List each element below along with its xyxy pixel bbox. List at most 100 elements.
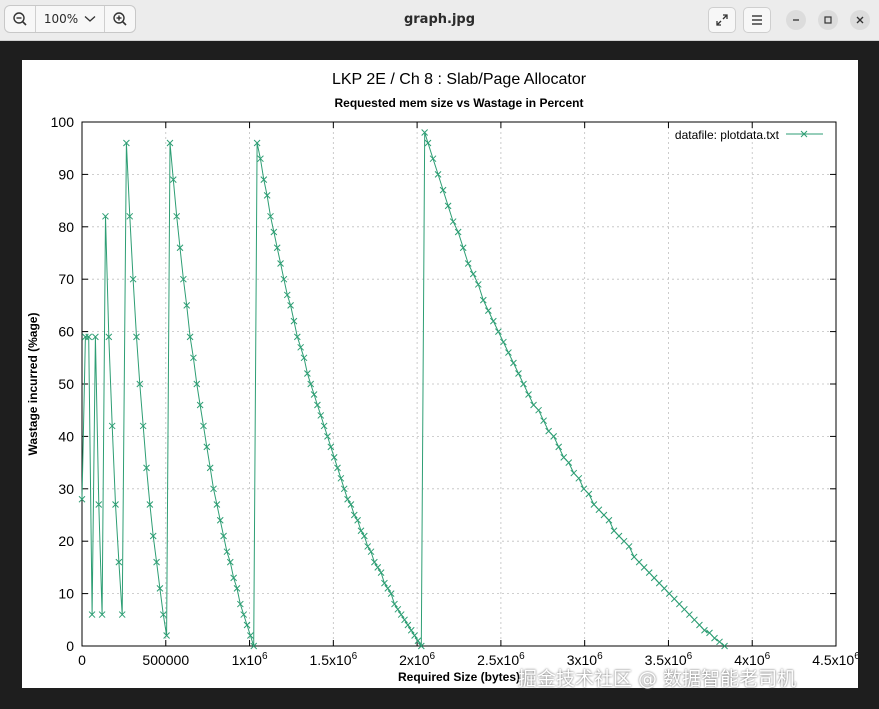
data-point: [317, 412, 325, 419]
x-tick-label: 500000: [142, 652, 189, 668]
title-bar: 100% graph.jpg: [0, 0, 879, 41]
data-point: [645, 569, 653, 576]
data-point: [320, 422, 328, 430]
data-point: [310, 391, 318, 398]
y-tick-label: 100: [51, 114, 75, 130]
data-point: [334, 464, 341, 472]
chart: 0 10 20 30 40 50 60 70 80 90 100 0 500000 1x106 1.5x1…: [26, 71, 860, 684]
data-point: [630, 553, 638, 561]
x-tick-label: 0: [78, 652, 86, 668]
data-point: [585, 490, 593, 498]
data-point: [411, 632, 418, 639]
data-point: [696, 621, 703, 629]
data-point: [660, 585, 668, 592]
data-point: [344, 495, 351, 503]
data-point: [364, 543, 372, 550]
data-point: [314, 401, 321, 409]
data-point: [484, 307, 492, 314]
data-point: [515, 370, 522, 377]
fullscreen-button[interactable]: [708, 7, 736, 33]
data-point: [595, 506, 603, 514]
data-point: [407, 626, 415, 634]
data-point: [525, 391, 532, 398]
y-tick-label: 60: [58, 324, 74, 340]
data-point: [454, 228, 462, 236]
grid: [82, 122, 836, 646]
y-tick-label: 10: [58, 586, 74, 602]
data-point: [367, 548, 375, 556]
data-point: [681, 605, 688, 613]
close-button[interactable]: [850, 10, 870, 30]
data-point: [615, 532, 623, 540]
data-point: [354, 516, 361, 524]
data-point: [449, 218, 457, 225]
data-point: [391, 600, 398, 608]
data-point: [560, 454, 568, 461]
minimize-button[interactable]: [786, 10, 806, 30]
data-point: [377, 569, 385, 576]
x-tick-label: 1x106: [232, 651, 268, 668]
data-point: [434, 171, 442, 178]
data-point: [397, 611, 405, 618]
y-tick-label: 40: [58, 428, 74, 444]
data-point: [600, 511, 608, 519]
x-tick-label: 1.5x106: [310, 651, 358, 668]
data-point: [635, 558, 643, 566]
data-point: [530, 401, 537, 409]
x-axis: 0 500000 1x106 1.5x106 2x106 2.5x106 3x106 3.5x…: [78, 122, 860, 668]
legend: datafile: plotdata.txt: [675, 128, 823, 142]
data-point: [686, 611, 693, 618]
hamburger-menu-icon: [752, 15, 762, 25]
data-point: [570, 469, 578, 477]
data-point: [381, 579, 388, 587]
data-point: [347, 501, 355, 508]
maximize-button[interactable]: [818, 10, 838, 30]
data-point: [670, 595, 678, 603]
data-point: [489, 317, 497, 325]
data-point: [545, 427, 552, 435]
menu-button[interactable]: [743, 7, 771, 33]
y-tick-label: 30: [58, 481, 74, 497]
chart-subtitle: Requested mem size vs Wastage in Percent: [335, 96, 584, 110]
data-point: [691, 616, 698, 624]
image-viewer-window: 100% graph.jpg 0 10 20 30 40 50 60 70 80…: [0, 0, 879, 709]
series-plotdata: [78, 129, 728, 650]
y-tick-label: 70: [58, 271, 74, 287]
y-axis-label: Wastage incurred (%age): [26, 313, 40, 456]
data-point: [424, 139, 432, 147]
close-icon: [856, 16, 864, 24]
data-point: [510, 359, 517, 367]
data-point: [360, 532, 368, 540]
legend-label: datafile: plotdata.txt: [675, 128, 780, 142]
x-tick-label: 2x106: [399, 651, 435, 668]
x-tick-label: 4.5x106: [812, 651, 858, 668]
x-axis-label: Required Size (bytes): [398, 670, 520, 684]
data-point: [711, 634, 718, 642]
data-point: [610, 527, 618, 535]
data-point: [650, 574, 658, 582]
data-point: [324, 433, 331, 440]
data-point: [429, 155, 437, 163]
data-point: [371, 558, 378, 566]
data-point: [495, 328, 502, 335]
data-point: [479, 296, 487, 304]
chart-title: LKP 2E / Ch 8 : Slab/Page Allocator: [332, 71, 587, 88]
y-tick-label: 0: [66, 638, 74, 654]
data-point: [384, 585, 392, 592]
data-point: [337, 474, 345, 482]
data-point: [675, 600, 683, 608]
data-point: [327, 443, 335, 451]
y-tick-label: 80: [58, 219, 74, 235]
data-point: [500, 338, 507, 346]
data-point: [505, 349, 512, 356]
data-point: [474, 281, 482, 288]
data-point: [605, 516, 613, 524]
data-point: [459, 244, 467, 252]
data-point: [625, 543, 633, 550]
data-point: [555, 443, 563, 451]
watermark-text: 掘金技术社区 @ 数据智能老司机: [518, 668, 797, 690]
minimize-icon: [793, 19, 799, 21]
data-point: [535, 406, 542, 414]
y-tick-label: 20: [58, 533, 74, 549]
data-point: [464, 260, 472, 267]
